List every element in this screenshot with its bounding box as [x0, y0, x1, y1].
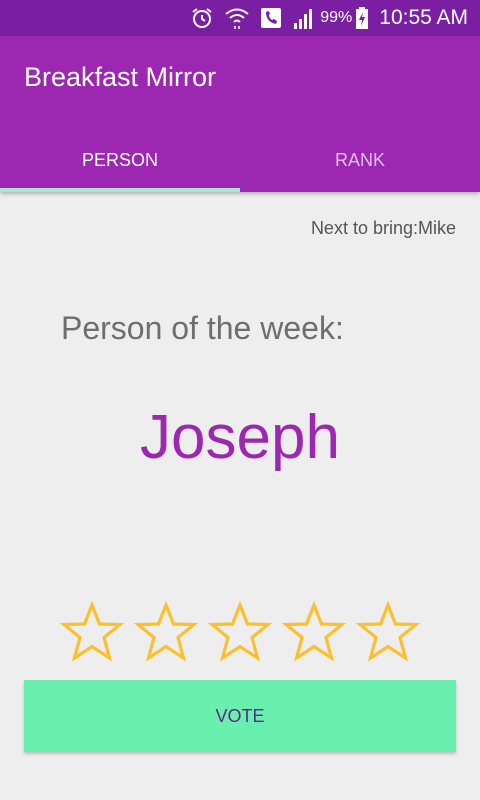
tab-person[interactable]: PERSON	[0, 128, 240, 192]
phone-icon	[260, 6, 282, 30]
star-icon[interactable]	[133, 600, 199, 664]
rating-bar[interactable]	[59, 600, 421, 664]
person-name: Joseph	[140, 403, 340, 472]
alarm-icon	[190, 6, 214, 30]
tab-rank-label: RANK	[334, 149, 385, 170]
tab-person-label: PERSON	[81, 149, 159, 170]
star-icon[interactable]	[355, 600, 421, 664]
signal-icon	[292, 6, 316, 30]
app-title: Breakfast Mirror	[24, 62, 217, 92]
tab-indicator	[0, 188, 240, 192]
star-icon[interactable]	[59, 600, 125, 664]
person-of-week-heading: Person of the week:	[61, 310, 344, 346]
app-bar: Breakfast Mirror PERSON RANK	[0, 36, 480, 192]
battery-percent: 99%	[320, 9, 353, 26]
star-icon[interactable]	[207, 600, 273, 664]
battery-icon	[355, 6, 369, 30]
tab-bar: PERSON RANK	[0, 128, 480, 192]
star-icon[interactable]	[281, 600, 347, 664]
status-time: 10:55 AM	[379, 6, 468, 29]
status-bar: 99% 10:55 AM	[0, 0, 480, 36]
tab-rank[interactable]: RANK	[240, 128, 480, 192]
wifi-icon	[224, 6, 250, 30]
next-to-bring-text: Next to bring:Mike	[310, 218, 456, 238]
vote-button[interactable]: VOTE	[24, 680, 456, 752]
